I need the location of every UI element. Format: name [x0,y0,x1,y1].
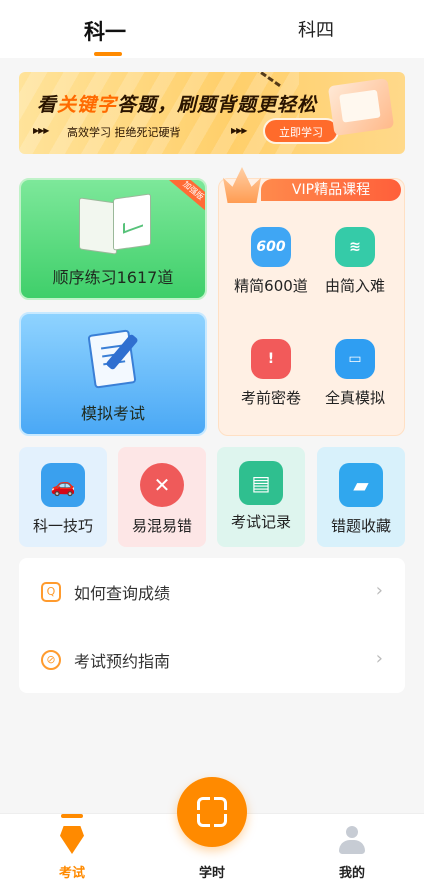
mock-exam-label: 模拟考试 [80,404,145,423]
mock-exam-card[interactable]: 模拟考试 [19,312,207,436]
active-nav-indicator [61,814,83,818]
banner-subtitle: 高效学习 拒绝死记硬背 [67,126,181,139]
vip-item-full-simulation[interactable]: ▭ 全真模拟 [315,339,395,408]
banner-title: 看关键字答题，刷题背题更轻松 [37,90,317,117]
list-item-label: 考试预约指南 [74,652,171,671]
vip-item-secret-paper[interactable]: ! 考前密卷 [231,339,311,408]
x-circle-icon: ✕ [140,463,184,507]
help-list: Q 如何查询成绩 › ⊘ 考试预约指南 › [19,558,405,693]
list-item-label: 如何查询成绩 [74,584,171,603]
vip-item-label: 精简600道 [234,277,308,295]
vip-header: VIP精品课程 [261,179,401,201]
promo-banner[interactable]: 看关键字答题，刷题背题更轻松 ▶▶▶ 高效学习 拒绝死记硬背 ▶▶▶ 立即学习 [19,72,405,154]
nav-mine[interactable]: 我的 [307,814,397,884]
banner-title-pre: 看 [37,94,58,116]
arrows-left-icon: ▶▶▶ [33,126,50,135]
car-icon: 🚗 [41,463,85,507]
record-icon: ▤ [239,461,283,505]
tool-label: 考试记录 [230,513,291,531]
tab-subject-one[interactable]: 科一 [84,16,126,46]
banner-title-highlight: 关键字 [57,94,118,116]
top-tab-bar: 科一 科四 [0,0,424,58]
sequential-practice-label: 顺序练习1617道 [52,268,174,287]
crown-icon [223,167,261,203]
search-icon: Q [41,582,61,602]
tool-exam-records[interactable]: ▤ 考试记录 [217,447,305,547]
open-book-icon [79,193,151,255]
nav-exam[interactable]: 考试 [27,814,117,884]
monitor-icon: ▭ [335,339,375,379]
shield-icon: ! [251,339,291,379]
scan-icon [194,794,230,830]
scan-button[interactable] [177,777,247,847]
vip-item-streamlined-600[interactable]: 600 精简600道 [231,227,311,296]
pen-nib-icon [60,826,84,854]
exam-paper-icon [87,326,143,390]
user-icon [339,826,365,854]
chevron-right-icon: › [375,648,383,669]
tool-subject-one-tips[interactable]: 🚗 科一技巧 [19,447,107,547]
vip-item-label: 考前密卷 [240,389,301,407]
banner-title-post: 答题，刷题背题更轻松 [117,94,318,116]
600-icon: 600 [251,227,291,267]
folder-icon: ▰ [339,463,383,507]
layers-icon: ≋ [335,227,375,267]
nav-label: 学时 [198,866,225,881]
vip-item-easy-to-hard[interactable]: ≋ 由简入难 [315,227,395,296]
chevron-right-icon: › [375,580,383,601]
vip-item-label: 由简入难 [324,277,385,295]
list-item-score-query[interactable]: Q 如何查询成绩 › [19,558,405,625]
book-illustration-icon [327,78,395,136]
enhanced-badge: 加强版 [168,180,205,214]
tab-subject-four[interactable]: 科四 [298,16,334,42]
nav-label: 考试 [58,866,85,881]
tool-wrong-collection[interactable]: ▰ 错题收藏 [317,447,405,547]
arrows-right-icon: ▶▶▶ [231,126,248,135]
vip-course-card: VIP精品课程 600 精简600道 ≋ 由简入难 ! 考前密卷 ▭ 全真模拟 [218,167,405,436]
tool-label: 易混易错 [131,517,192,535]
tool-confusing-errors[interactable]: ✕ 易混易错 [118,447,206,547]
list-item-booking-guide[interactable]: ⊘ 考试预约指南 › [19,626,405,693]
nav-label: 我的 [338,866,365,881]
compass-icon: ⊘ [41,650,61,670]
sequential-practice-card[interactable]: 加强版 顺序练习1617道 [19,178,207,300]
active-tab-indicator [94,52,122,56]
tool-label: 错题收藏 [330,517,391,535]
tool-label: 科一技巧 [32,517,93,535]
study-now-button[interactable]: 立即学习 [263,118,339,144]
vip-item-label: 全真模拟 [324,389,385,407]
